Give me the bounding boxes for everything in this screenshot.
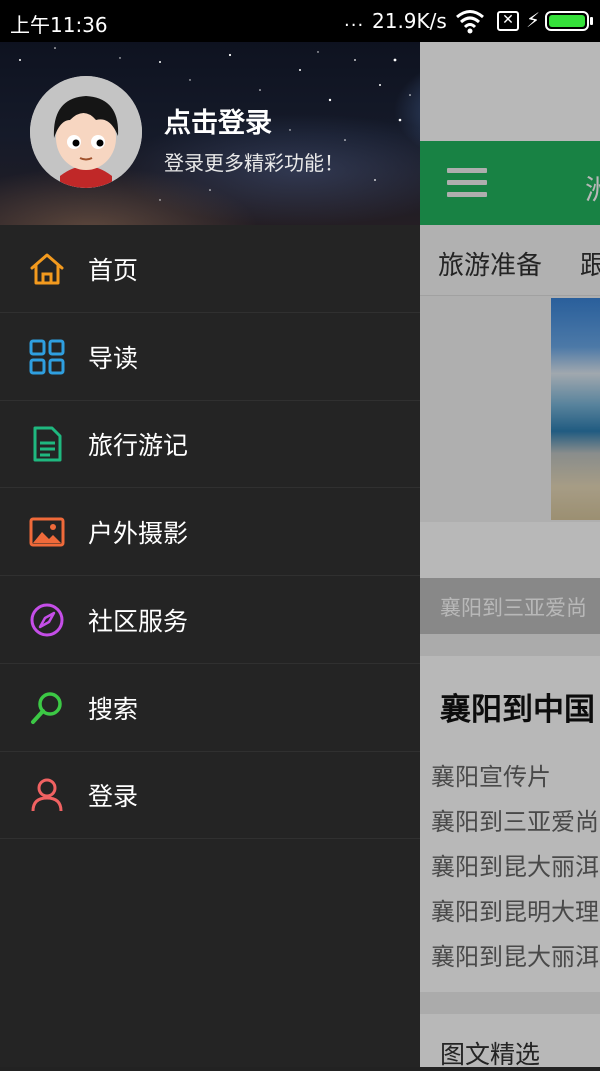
drawer-item-travel-notes[interactable]: 旅行游记 [0,400,420,488]
drawer-item-label: 首页 [88,256,139,285]
sim-x-icon: ✕ [497,11,519,31]
cartoon-avatar-icon [30,76,142,188]
drawer-item-home[interactable]: 首页 [0,225,420,313]
compass-icon [30,603,64,637]
wifi-icon [456,10,484,34]
user-icon [31,778,63,812]
image-icon [29,517,65,547]
drawer-item-label: 旅行游记 [88,431,189,460]
drawer-item-search[interactable]: 搜索 [0,664,420,752]
home-icon [30,253,64,285]
battery-icon [545,11,589,31]
login-subtitle: 登录更多精彩功能！ [164,151,344,175]
network-speed: 21.9K/s [372,9,447,33]
charging-bolt-icon: ⚡ [526,8,541,32]
login-title[interactable]: 点击登录 [164,101,272,140]
drawer-item-label: 社区服务 [88,607,189,636]
avatar[interactable] [30,76,142,188]
battery-tip [590,17,593,25]
status-bar: 上午11:36 ... 21.9K/s ✕ ⚡ [0,0,600,42]
status-time: 上午11:36 [10,13,108,37]
navigation-drawer: 点击登录 登录更多精彩功能！ 首页 导读 旅行游记 户外摄影 社区服务 搜索 登… [0,0,420,1067]
drawer-item-login[interactable]: 登录 [0,751,420,839]
signal-dots-icon: ... [344,10,365,31]
drawer-item-community[interactable]: 社区服务 [0,576,420,664]
drawer-item-label: 搜索 [88,695,139,724]
grid-icon [29,339,65,375]
drawer-item-label: 户外摄影 [88,519,189,548]
battery-fill [549,15,585,27]
document-icon [33,426,62,462]
search-icon [31,692,62,724]
drawer-item-label: 导读 [88,344,139,373]
drawer-item-label: 登录 [88,782,139,811]
drawer-item-guide[interactable]: 导读 [0,313,420,401]
drawer-item-outdoor-photo[interactable]: 户外摄影 [0,488,420,576]
